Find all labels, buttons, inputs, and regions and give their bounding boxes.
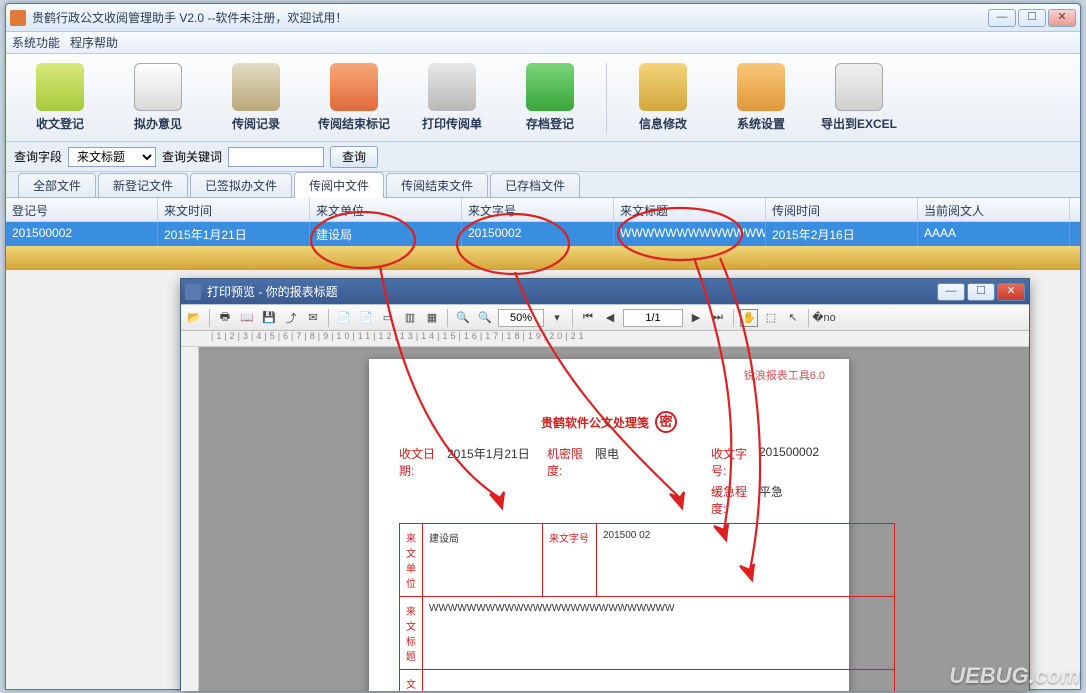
secret-seal: 密	[655, 411, 677, 433]
tab-signed[interactable]: 已签拟办文件	[190, 173, 292, 197]
window-title: 贵鹤行政公文收阅管理助手 V2.0 --软件未注册，欢迎试用！	[32, 9, 988, 26]
doc-table: 来文单位 建设局 来文字号 201500 02 来文标题 WWWWWWWWWWW…	[399, 523, 895, 691]
search-button[interactable]: 查询	[330, 146, 378, 168]
v-ruler	[181, 347, 199, 691]
col-recv-time[interactable]: 来文时间	[158, 198, 310, 221]
preview-close[interactable]: ✕	[997, 283, 1025, 301]
pdf-icon[interactable]: 📄	[335, 309, 353, 327]
open-icon[interactable]: 📂	[185, 309, 203, 327]
search-keyword-input[interactable]	[228, 147, 324, 167]
doc-title: 贵鹤软件公文处理笺密	[399, 407, 819, 433]
site-watermark: UEBUG.com	[949, 663, 1080, 689]
preview-minimize[interactable]: —	[937, 283, 965, 301]
tb-export-excel[interactable]: 导出到EXCEL	[811, 58, 907, 138]
pointer-tool-icon[interactable]: ↖	[784, 309, 802, 327]
preview-icon	[185, 284, 201, 300]
app-icon	[10, 10, 26, 26]
hand-tool-icon[interactable]: ✋	[740, 309, 758, 327]
h-ruler: |1|2|3|4|5|6|7|8|9|10|11|12|13|14|15|16|…	[181, 331, 1029, 347]
first-page-icon[interactable]: ⏮	[579, 309, 597, 327]
col-reader[interactable]: 当前阅文人	[918, 198, 1070, 221]
tb-edit-info[interactable]: 信息修改	[615, 58, 711, 138]
main-toolbar: 收文登记 拟办意见 传阅记录 传阅结束标记 打印传阅单 存档登记 信息修改 系统…	[6, 54, 1080, 142]
page-input[interactable]	[623, 309, 683, 327]
grid-header: 登记号 来文时间 来文单位 来文字号 来文标题 传阅时间 当前阅文人	[6, 198, 1080, 222]
tb-circulation-end[interactable]: 传阅结束标记	[306, 58, 402, 138]
tab-circulating[interactable]: 传阅中文件	[294, 172, 384, 198]
search-keyword-label: 查询关键词	[162, 148, 222, 165]
tab-archived[interactable]: 已存档文件	[490, 173, 580, 197]
search-field-select[interactable]: 来文标题	[68, 147, 156, 167]
col-subject[interactable]: 来文标题	[614, 198, 766, 221]
tb-settings[interactable]: 系统设置	[713, 58, 809, 138]
zoom-out-icon[interactable]: 🔍	[476, 309, 494, 327]
report-watermark: 锐浪报表工具6.0	[744, 367, 825, 383]
search-field-label: 查询字段	[14, 148, 62, 165]
tb-print-slip[interactable]: 打印传阅单	[404, 58, 500, 138]
tab-all[interactable]: 全部文件	[18, 173, 96, 197]
table-row[interactable]: 201500002 2015年1月21日 建设局 20150002 WWWWWW…	[6, 222, 1080, 246]
preview-toolbar: 📂 🖶 📖 💾 ⤴ ✉ 📄 📄 ▭ ▥ ▦ 🔍 🔍 ▾ ⏮ ◀ ▶ ⏭ ✋ ⬚ …	[181, 305, 1029, 331]
menu-system[interactable]: 系统功能	[12, 34, 60, 51]
data-grid: 登记号 来文时间 来文单位 来文字号 来文标题 传阅时间 当前阅文人 20150…	[6, 198, 1080, 270]
save-icon[interactable]: 💾	[260, 309, 278, 327]
preview-page: 锐浪报表工具6.0 贵鹤软件公文处理笺密 收文日期: 2015年1月21日 机密…	[369, 359, 849, 691]
col-from-no[interactable]: 来文字号	[462, 198, 614, 221]
export-icon[interactable]: ⤴	[282, 309, 300, 327]
book-icon[interactable]: 📖	[238, 309, 256, 327]
menu-help[interactable]: 程序帮助	[70, 34, 118, 51]
tb-proposal[interactable]: 拟办意见	[110, 58, 206, 138]
last-page-icon[interactable]: ⏭	[709, 309, 727, 327]
search-bar: 查询字段 来文标题 查询关键词 查询	[6, 142, 1080, 172]
close-preview-icon[interactable]: �no	[815, 309, 833, 327]
zoom-in-icon[interactable]: 🔍	[454, 309, 472, 327]
mail-icon[interactable]: ✉	[304, 309, 322, 327]
print-icon[interactable]: 🖶	[216, 309, 234, 327]
col-circ-time[interactable]: 传阅时间	[766, 198, 918, 221]
layout2-icon[interactable]: ▥	[401, 309, 419, 327]
zoom-input[interactable]	[498, 309, 544, 327]
prev-page-icon[interactable]: ◀	[601, 309, 619, 327]
maximize-button[interactable]: ☐	[1018, 9, 1046, 27]
tb-archive[interactable]: 存档登记	[502, 58, 598, 138]
col-reg-no[interactable]: 登记号	[6, 198, 158, 221]
tabs: 全部文件 新登记文件 已签拟办文件 传阅中文件 传阅结束文件 已存档文件	[6, 172, 1080, 198]
tb-circulation-record[interactable]: 传阅记录	[208, 58, 304, 138]
close-button[interactable]: ✕	[1048, 9, 1076, 27]
tab-circ-end[interactable]: 传阅结束文件	[386, 173, 488, 197]
preview-canvas[interactable]: 锐浪报表工具6.0 贵鹤软件公文处理笺密 收文日期: 2015年1月21日 机密…	[199, 347, 1029, 691]
layout3-icon[interactable]: ▦	[423, 309, 441, 327]
layout1-icon[interactable]: ▭	[379, 309, 397, 327]
preview-titlebar[interactable]: 打印预览 - 你的报表标题 — ☐ ✕	[181, 279, 1029, 305]
select-tool-icon[interactable]: ⬚	[762, 309, 780, 327]
preview-maximize[interactable]: ☐	[967, 283, 995, 301]
print-preview-window: 打印预览 - 你的报表标题 — ☐ ✕ 📂 🖶 📖 💾 ⤴ ✉ 📄 📄 ▭ ▥ …	[180, 278, 1030, 690]
minimize-button[interactable]: —	[988, 9, 1016, 27]
menubar: 系统功能 程序帮助	[6, 32, 1080, 54]
grid-empty-row	[6, 246, 1080, 270]
preview-title: 打印预览 - 你的报表标题	[207, 283, 937, 300]
col-from-unit[interactable]: 来文单位	[310, 198, 462, 221]
tab-new[interactable]: 新登记文件	[98, 173, 188, 197]
tb-receive-register[interactable]: 收文登记	[12, 58, 108, 138]
next-page-icon[interactable]: ▶	[687, 309, 705, 327]
doc-icon[interactable]: 📄	[357, 309, 375, 327]
main-titlebar[interactable]: 贵鹤行政公文收阅管理助手 V2.0 --软件未注册，欢迎试用！ — ☐ ✕	[6, 4, 1080, 32]
zoom-dropdown-icon[interactable]: ▾	[548, 309, 566, 327]
